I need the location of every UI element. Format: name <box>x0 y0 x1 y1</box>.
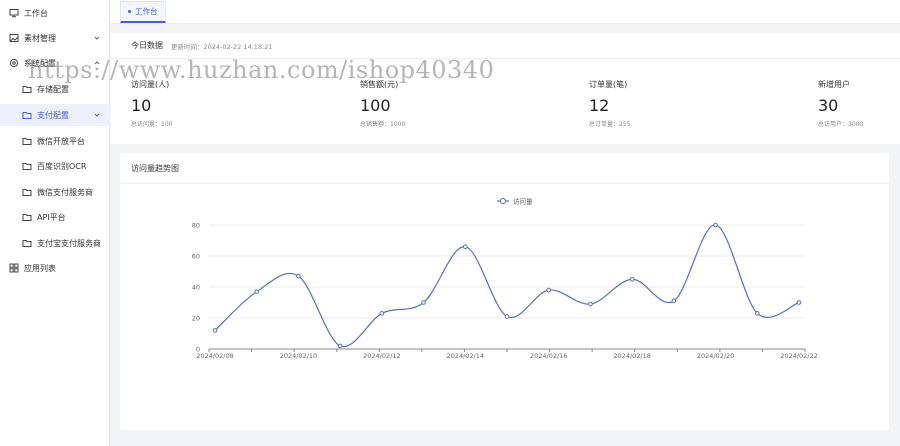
data-point <box>337 343 343 349</box>
sidebar-item-label: 微信开放平台 <box>37 136 85 146</box>
visit-trend-chart: 0204060802024/02/08 2024/02/10 2024/02/12 2… <box>192 197 818 361</box>
today-data-card: 今日数据 更新时间：2024-02-22 14:18:21 访问量(人) 10 … <box>111 33 900 144</box>
tabs-bar: 工作台 <box>111 0 900 24</box>
sidebar-item-label: 百度识别OCR <box>37 161 87 171</box>
x-tick-label: 2024/02/20 <box>697 352 734 360</box>
stat-visits: 访问量(人) 10 总访问量：100 <box>131 79 172 128</box>
data-point <box>671 298 677 304</box>
data-point <box>796 300 802 305</box>
x-tick-label: 2024/02/16 <box>530 352 567 360</box>
stat-value: 10 <box>131 96 152 115</box>
x-tick-label: 2024/02/12 <box>363 352 400 360</box>
sidebar-item-label: 系统配置 <box>24 58 56 68</box>
folder-icon <box>22 84 32 94</box>
active-dot-icon <box>128 10 131 13</box>
update-time: 更新时间：2024-02-22 14:18:21 <box>171 42 273 51</box>
data-point <box>462 244 468 250</box>
sidebar-item-label: 素材管理 <box>24 33 56 43</box>
sidebar-item-materials[interactable]: 素材管理 <box>0 27 110 49</box>
sidebar-item-label: 支付宝支付服务商 <box>37 238 101 248</box>
tab-dashboard[interactable]: 工作台 <box>120 1 166 23</box>
sidebar-item-baidu-ocr[interactable]: 百度识别OCR <box>0 155 110 177</box>
x-tick-label: 2024/02/08 <box>196 352 233 360</box>
y-tick-label: 40 <box>192 284 200 292</box>
stat-total: 总访用户：3000 <box>818 121 864 128</box>
sidebar-item-wechat-pay-provider[interactable]: 微信支付服务商 <box>0 181 110 203</box>
data-point <box>629 276 635 282</box>
data-point <box>212 328 218 333</box>
data-point <box>546 287 552 293</box>
folder-icon <box>22 212 32 222</box>
sidebar-item-label: 应用列表 <box>24 263 56 273</box>
x-tick-label: 2024/02/14 <box>447 352 484 360</box>
stat-label: 销售额(元) <box>360 80 399 89</box>
stat-label: 订单量(笔) <box>589 80 628 89</box>
sidebar: 工作台 素材管理 系统配置 存储配置 支付配置 微信开放平台 百度识别OCR 微… <box>0 0 110 446</box>
sidebar-item-storage-config[interactable]: 存储配置 <box>0 78 110 100</box>
folder-icon <box>22 110 32 120</box>
stat-total: 总销售额：1000 <box>360 121 406 128</box>
today-data-title: 今日数据 <box>131 41 163 50</box>
chevron-up-icon[interactable] <box>92 58 102 68</box>
data-point <box>254 289 260 294</box>
x-tick-label: 2024/02/18 <box>613 352 650 360</box>
series-line <box>214 224 800 348</box>
folder-icon <box>22 161 32 171</box>
chevron-down-icon[interactable] <box>92 33 102 43</box>
settings-icon <box>9 58 19 68</box>
main-content: 工作台 今日数据 更新时间：2024-02-22 14:18:21 访问量(人)… <box>28 0 900 446</box>
data-point <box>588 301 593 307</box>
data-point <box>504 314 510 319</box>
stat-value: 12 <box>589 96 610 115</box>
sidebar-item-api-platform[interactable]: API平台 <box>0 206 110 228</box>
sidebar-item-app-list[interactable]: 应用列表 <box>0 257 110 279</box>
legend-marker <box>499 197 507 205</box>
data-point <box>713 222 718 228</box>
y-tick-label: 20 <box>192 315 200 323</box>
data-point <box>379 311 385 316</box>
stat-orders: 订单量(笔) 12 总订单量：255 <box>589 79 630 128</box>
sidebar-item-label: 工作台 <box>24 8 48 18</box>
stat-new-users: 新增用户 30 总访用户：3000 <box>818 79 863 128</box>
stat-value: 30 <box>818 96 839 115</box>
sidebar-item-label: 存储配置 <box>37 84 69 94</box>
sidebar-item-wechat-open[interactable]: 微信开放平台 <box>0 130 110 152</box>
x-tick-label: 2024/02/22 <box>780 352 817 360</box>
folder-icon <box>22 136 32 146</box>
tab-label: 工作台 <box>135 7 158 16</box>
stat-label: 新增用户 <box>818 80 850 89</box>
visit-trend-card: 访问量趋势图 0 20 40 60 80 2024/02/08 2024/02/10 2024… <box>120 153 889 430</box>
chevron-down-icon[interactable] <box>92 110 102 120</box>
stat-total: 总访问量：100 <box>131 121 173 128</box>
stat-total: 总订单量：255 <box>589 121 631 128</box>
monitor-icon <box>9 8 19 18</box>
data-point <box>421 300 426 305</box>
visit-trend-title: 访问量趋势图 <box>131 163 179 173</box>
stat-value: 100 <box>360 96 391 115</box>
data-point <box>296 273 301 279</box>
sidebar-item-label: 支付配置 <box>37 110 69 120</box>
y-tick-label: 80 <box>192 222 200 230</box>
visit-trend-header: 访问量趋势图 <box>120 153 889 184</box>
legend-label: 访问量 <box>513 197 533 206</box>
stat-sales: 销售额(元) 100 总销售额：1000 <box>360 79 405 128</box>
y-tick-label: 60 <box>192 253 200 261</box>
stat-label: 访问量(人) <box>131 80 170 89</box>
sidebar-item-label: API平台 <box>37 212 66 222</box>
sidebar-item-alipay-provider[interactable]: 支付宝支付服务商 <box>0 232 110 254</box>
sidebar-item-label: 微信支付服务商 <box>37 187 93 197</box>
data-point <box>754 311 760 316</box>
x-tick-label: 2024/02/10 <box>280 352 317 360</box>
today-data-header: 今日数据 更新时间：2024-02-22 14:18:21 <box>111 33 900 59</box>
grid-icon <box>9 263 19 273</box>
folder-icon <box>22 187 32 197</box>
sidebar-item-dashboard[interactable]: 工作台 <box>0 2 110 24</box>
image-icon <box>9 33 19 43</box>
sidebar-item-payment-config[interactable]: 支付配置 <box>0 104 110 126</box>
folder-icon <box>22 238 32 248</box>
sidebar-item-system-config[interactable]: 系统配置 <box>0 52 110 74</box>
